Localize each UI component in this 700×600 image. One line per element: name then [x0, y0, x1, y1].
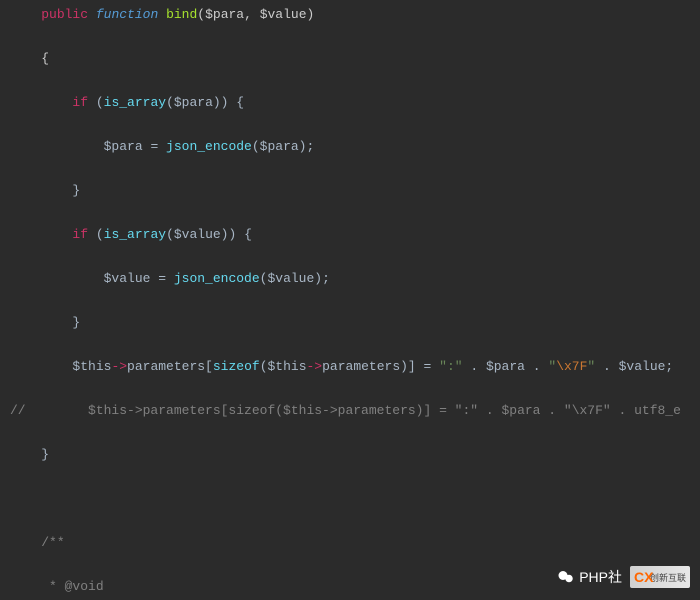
code-line: if (is_array($para)) { [0, 92, 700, 114]
variable: $value; [619, 359, 674, 374]
brand-logo: CX 创新互联 [630, 566, 690, 588]
property: parameters[ [127, 359, 213, 374]
code-line: public function bind($para, $value) [0, 4, 700, 26]
op: . [463, 359, 486, 374]
logo-mark: CX [634, 569, 653, 585]
code-text: ($para)) { [166, 95, 244, 110]
code-text: ($this [260, 359, 307, 374]
wechat-icon [557, 568, 575, 586]
variable: $para [486, 359, 525, 374]
code-line: { [0, 48, 700, 70]
code-line: $para = json_encode($para); [0, 136, 700, 158]
op: = [150, 271, 173, 286]
arrow-op: -> [307, 359, 323, 374]
op: . [595, 359, 618, 374]
keyword-if: if [72, 95, 88, 110]
code-text: ($value)) { [166, 227, 252, 242]
code-line: } [0, 180, 700, 202]
code-line: if (is_array($value)) { [0, 224, 700, 246]
docblock-open: /** [41, 535, 64, 550]
variable: $para [104, 139, 143, 154]
builtin-call: json_encode [166, 139, 252, 154]
keyword-function: function [96, 7, 158, 22]
commented-line: // $this->parameters[sizeof($this->param… [0, 400, 700, 422]
property: parameters)] = [322, 359, 439, 374]
op: = [143, 139, 166, 154]
this-var: $this [72, 359, 111, 374]
string-literal: ":" [439, 359, 462, 374]
code-text: ($para); [252, 139, 314, 154]
arrow-op: -> [111, 359, 127, 374]
code-line: $value = json_encode($value); [0, 268, 700, 290]
function-name: bind [166, 7, 197, 22]
brace: { [41, 51, 49, 66]
docblock-line: /** [0, 532, 700, 554]
brace: } [72, 183, 80, 198]
wechat-label: PHP社 [557, 567, 622, 587]
code-line: $this->parameters[sizeof($this->paramete… [0, 356, 700, 378]
docblock-text: * @void [41, 579, 103, 594]
op: . [525, 359, 548, 374]
builtin-call: json_encode [174, 271, 260, 286]
blank-line [0, 488, 700, 510]
code-line: } [0, 312, 700, 334]
code-editor: public function bind($para, $value) { if… [0, 0, 700, 600]
builtin-call: is_array [104, 227, 166, 242]
escape-seq: \x7F [556, 359, 587, 374]
keyword-if: if [72, 227, 88, 242]
brace: } [72, 315, 80, 330]
code-text: ($value); [260, 271, 330, 286]
params: ($para, $value) [197, 7, 314, 22]
builtin-call: sizeof [213, 359, 260, 374]
wechat-text: PHP社 [579, 567, 622, 587]
code-line: } [0, 444, 700, 466]
brace: } [41, 447, 49, 462]
watermark: PHP社 CX 创新互联 [557, 566, 690, 588]
keyword-public: public [41, 7, 88, 22]
builtin-call: is_array [104, 95, 166, 110]
logo-text: 创新互联 [650, 571, 686, 584]
variable: $value [104, 271, 151, 286]
